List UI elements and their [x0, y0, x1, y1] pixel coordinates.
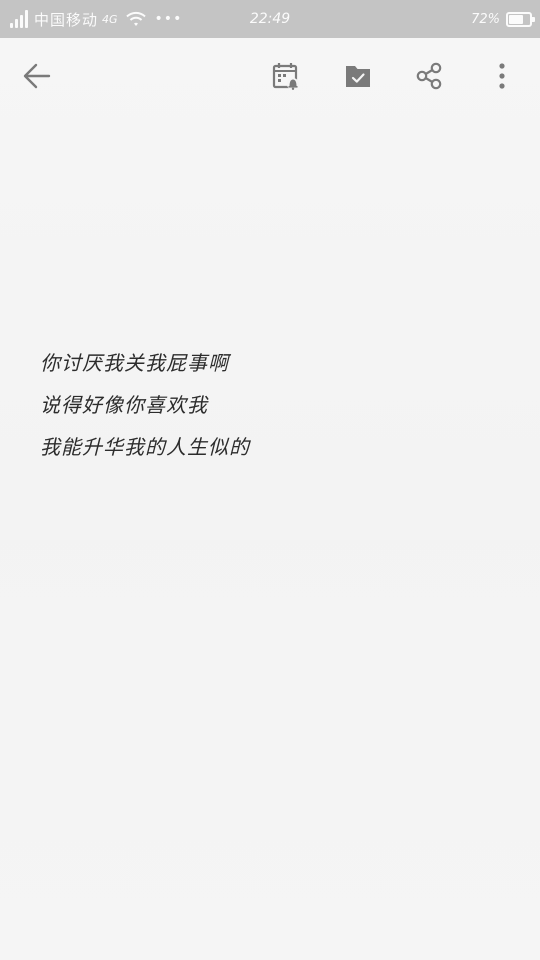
note-line: 我能升华我的人生似的 [40, 435, 250, 459]
status-bar: 中国移动 4G ••• 22:49 72% [0, 0, 540, 38]
more-vertical-icon [499, 63, 505, 89]
back-button[interactable] [13, 52, 61, 100]
back-arrow-icon [23, 63, 51, 89]
more-options-button[interactable] [478, 52, 526, 100]
clock: 22:49 [249, 11, 291, 27]
battery-fill [509, 14, 523, 24]
note-screen: 中国移动 4G ••• 22:49 72% 你讨厌我关我屁事啊 说得好像你喜欢我… [0, 0, 540, 960]
battery-icon [506, 11, 535, 27]
share-icon [416, 62, 442, 90]
note-line: 说得好像你喜欢我 [40, 393, 208, 417]
reminder-button[interactable] [262, 52, 310, 100]
note-body[interactable]: 你讨厌我关我屁事啊 说得好像你喜欢我 我能升华我的人生似的 [40, 342, 500, 468]
done-button[interactable] [334, 52, 382, 100]
calendar-reminder-icon [272, 63, 299, 90]
battery-nub [532, 16, 535, 22]
share-button[interactable] [406, 52, 454, 100]
note-toolbar [0, 38, 540, 114]
checked-folder-icon [346, 66, 370, 87]
battery-percent: 72% [471, 11, 500, 27]
note-line: 你讨厌我关我屁事啊 [40, 351, 229, 375]
status-right: 72% [471, 0, 535, 38]
